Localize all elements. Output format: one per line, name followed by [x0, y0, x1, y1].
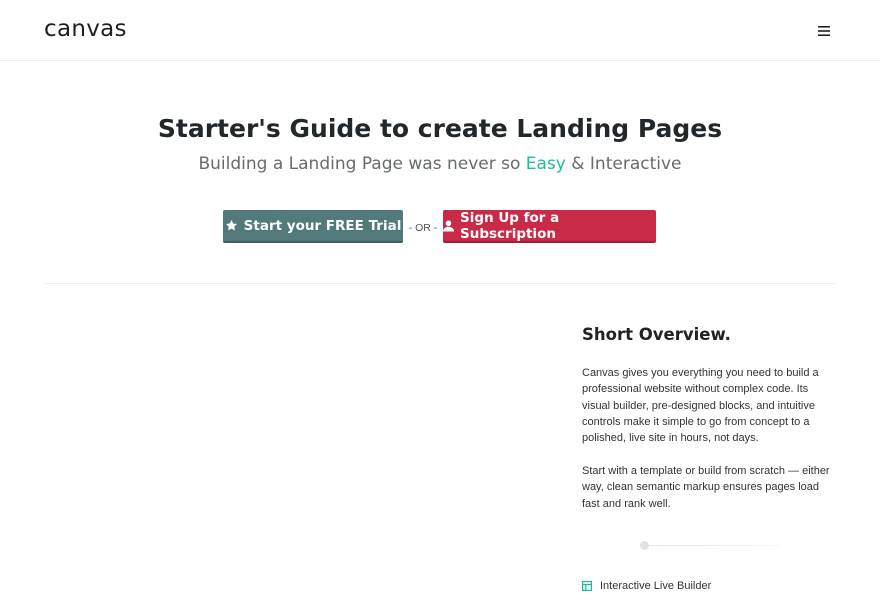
feature-label: Interactive Live Builder [600, 580, 712, 592]
slider-handle[interactable] [640, 541, 649, 550]
menu-button[interactable] [812, 20, 836, 42]
slider-track [640, 545, 780, 546]
overview-paragraph-1: Canvas gives you everything you need to … [582, 367, 819, 445]
sign-up-subscription-button[interactable]: Sign Up for a Subscription [443, 210, 656, 243]
subtitle-text-before: Building a Landing Page was never so [198, 154, 526, 174]
site-header: canvas [0, 0, 880, 61]
user-icon [443, 220, 454, 232]
page-subtitle: Building a Landing Page was never so Eas… [0, 152, 880, 176]
section-divider [44, 283, 836, 284]
carousel-slider[interactable] [640, 540, 780, 550]
hamburger-menu-icon [818, 26, 830, 36]
or-separator: - OR - [408, 222, 438, 234]
subtitle-accent-word: Easy [525, 154, 566, 174]
logo[interactable]: canvas [44, 15, 127, 43]
start-free-trial-button[interactable]: Start your FREE Trial [223, 210, 403, 243]
star-icon [225, 219, 238, 232]
subtitle-text-after: & Interactive [565, 154, 682, 174]
start-free-trial-label: Start your FREE Trial [243, 217, 402, 234]
overview-heading: Short Overview. [582, 325, 731, 344]
page-title: Starter's Guide to create Landing Pages [157, 114, 723, 143]
sign-up-subscription-label: Sign Up for a Subscription [460, 209, 560, 242]
feature-item-live-builder: Interactive Live Builder [582, 578, 711, 594]
overview-paragraph-2: Start with a template or build from scra… [582, 465, 830, 510]
layout-icon [582, 581, 592, 591]
